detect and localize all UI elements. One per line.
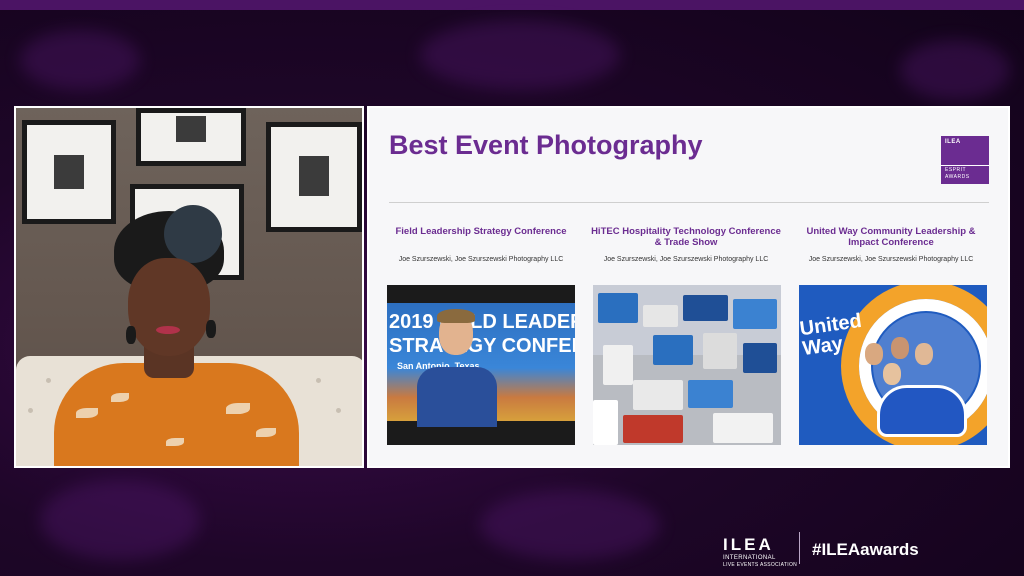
entry-credit: Joe Szurszewski, Joe Szurszewski Photogr… — [398, 256, 564, 263]
presenter-headwrap — [164, 205, 222, 263]
entry-title: HiTEC Hospitality Technology Conference … — [591, 226, 781, 248]
earring — [206, 320, 216, 338]
entry-photo-1: 2019 FIELD LEADER STRATEGY CONFERE San A… — [387, 285, 575, 445]
wall-picture-frame — [136, 108, 246, 166]
ilea-esprit-awards-logo: ILEA ESPRIT AWARDS — [941, 136, 989, 184]
bokeh-light — [420, 20, 620, 90]
photo-banner-text: STRATEGY CONFERE — [389, 335, 575, 357]
wall-picture-frame — [22, 120, 116, 224]
bokeh-light — [20, 30, 140, 90]
hand-graphic — [877, 385, 967, 437]
attendee-face — [865, 343, 883, 365]
hashtag-text: #ILEAawards — [812, 540, 919, 559]
entry-photo-2 — [593, 285, 781, 445]
ilea-logo-subtitle: INTERNATIONAL — [723, 555, 776, 561]
entry-title: United Way Community Leadership & Impact… — [806, 226, 976, 248]
bokeh-light — [40, 480, 200, 560]
entry-title: Field Leadership Strategy Conference — [395, 226, 567, 237]
wall-picture-frame — [266, 122, 362, 232]
entry-2: HiTEC Hospitality Technology Conference … — [591, 226, 781, 263]
presentation-slide: Best Event Photography ILEA ESPRIT AWARD… — [367, 106, 1010, 468]
ilea-logo: ILEA INTERNATIONAL LIVE EVENTS ASSOCIATI… — [723, 535, 797, 568]
bokeh-light — [900, 40, 1010, 100]
slide-title: Best Event Photography — [389, 130, 703, 160]
presenter-lips — [156, 326, 180, 334]
bokeh-light — [480, 490, 660, 560]
logo-bottom-text: ESPRIT — [945, 167, 967, 173]
logo-top-text: ILEA — [945, 139, 961, 145]
presenter-face — [128, 258, 210, 356]
top-band — [0, 0, 1024, 10]
logo-bottom-text: AWARDS — [945, 174, 970, 180]
slide-divider — [389, 202, 989, 203]
speaker-hair — [437, 309, 475, 323]
presenter-video — [14, 106, 364, 468]
ilea-logo-mark: ILEA — [723, 535, 774, 554]
ilea-logo-subtitle: LIVE EVENTS ASSOCIATION — [723, 562, 798, 568]
attendee-face — [915, 343, 933, 365]
entry-3: United Way Community Leadership & Impact… — [796, 226, 986, 263]
speaker-suit — [417, 367, 497, 427]
entry-1: Field Leadership Strategy Conference Joe… — [386, 226, 576, 263]
earring — [126, 326, 136, 344]
footer-separator — [799, 532, 800, 564]
photo-banner-text: 2019 FIELD LEADER — [389, 311, 575, 333]
entry-credit: Joe Szurszewski, Joe Szurszewski Photogr… — [603, 256, 769, 263]
attendee-face — [891, 337, 909, 359]
entry-credit: Joe Szurszewski, Joe Szurszewski Photogr… — [808, 256, 974, 263]
entry-photo-3: United Way — [799, 285, 987, 445]
attendee-face — [883, 363, 901, 385]
